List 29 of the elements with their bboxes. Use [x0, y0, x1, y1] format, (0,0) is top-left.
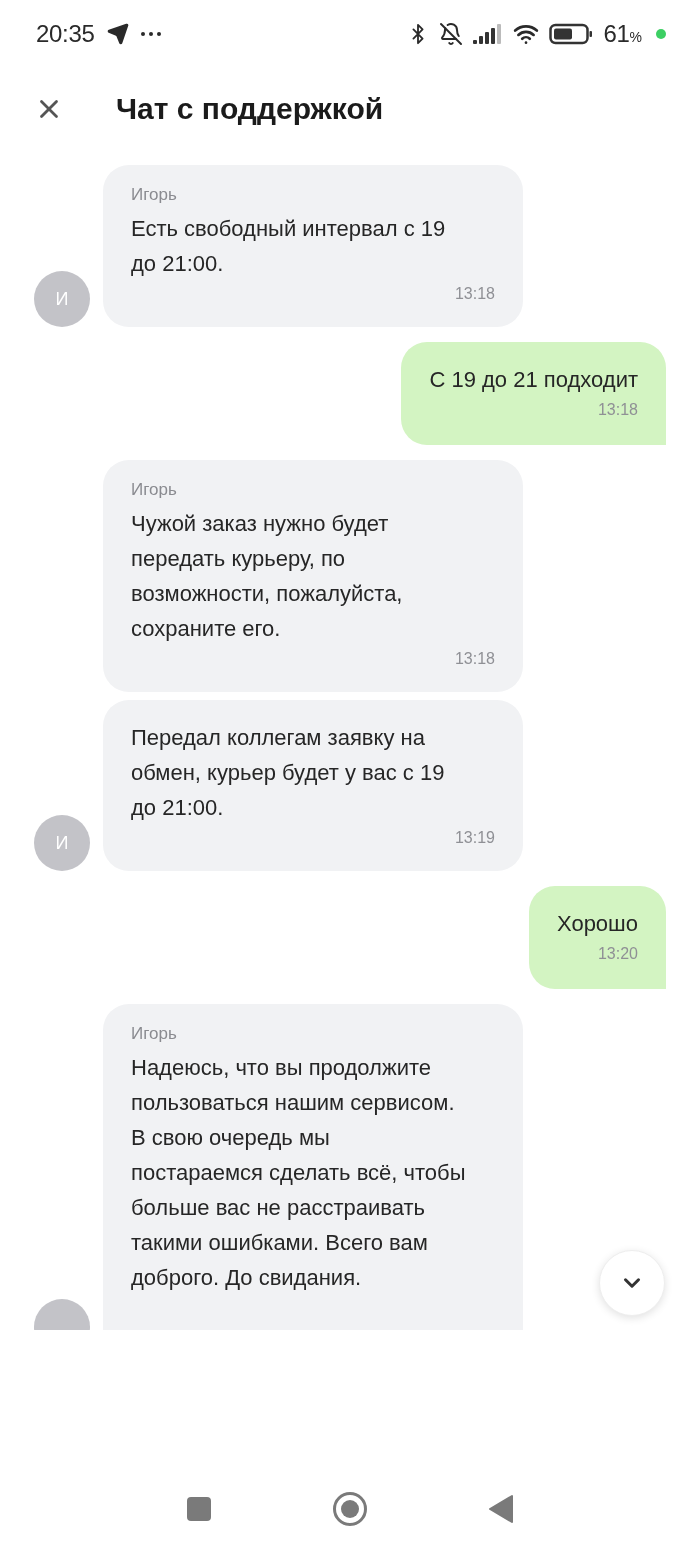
sender-name: Игорь: [131, 1024, 178, 1044]
message-time: 13:18: [454, 285, 495, 303]
send-icon: [106, 23, 129, 45]
message-text: Надеюсь, что вы продолжите пользоваться нашим сервисом. В свою очередь мы постараемся сделать всё, чтобы больше вас не расстраивать такими ошибками. Всего вам доброго. До свидания.: [131, 1054, 467, 1292]
message-time: 13:18: [597, 401, 638, 419]
percent-sign: %: [629, 29, 642, 45]
status-time: 20:35: [36, 20, 95, 48]
message-text: Хорошо: [556, 910, 638, 938]
signal-icon: [473, 24, 504, 44]
message-time: 13:18: [454, 650, 495, 668]
back-button[interactable]: [488, 1494, 514, 1524]
message-text: С 19 до 21 подходит: [429, 366, 638, 394]
message-text: Передал коллегам заявку на обмен, курьер будет у вас с 19 до 21:00.: [131, 724, 446, 822]
sender-name: Игорь: [131, 480, 178, 500]
avatar: И: [34, 815, 90, 871]
status-dot: [656, 29, 666, 39]
battery-icon: [549, 23, 594, 45]
home-button[interactable]: [332, 1491, 368, 1527]
page-title: Чат с поддержкой: [116, 92, 384, 126]
battery-percent: 61: [603, 20, 630, 48]
message-text: Чужой заказ нужно будет передать курьеру, по возможности, пожалуйста, сохраните его.: [131, 510, 404, 643]
bell-off-icon: [439, 22, 464, 46]
sender-name: Игорь: [131, 185, 178, 205]
avatar: И: [34, 271, 90, 327]
message-time: 13:19: [454, 829, 495, 847]
message-text: Есть свободный интервал с 19 до 21:00.: [131, 215, 447, 278]
more-icon: [140, 32, 161, 36]
message-time: 13:20: [597, 945, 638, 963]
recents-button[interactable]: [186, 1496, 212, 1522]
